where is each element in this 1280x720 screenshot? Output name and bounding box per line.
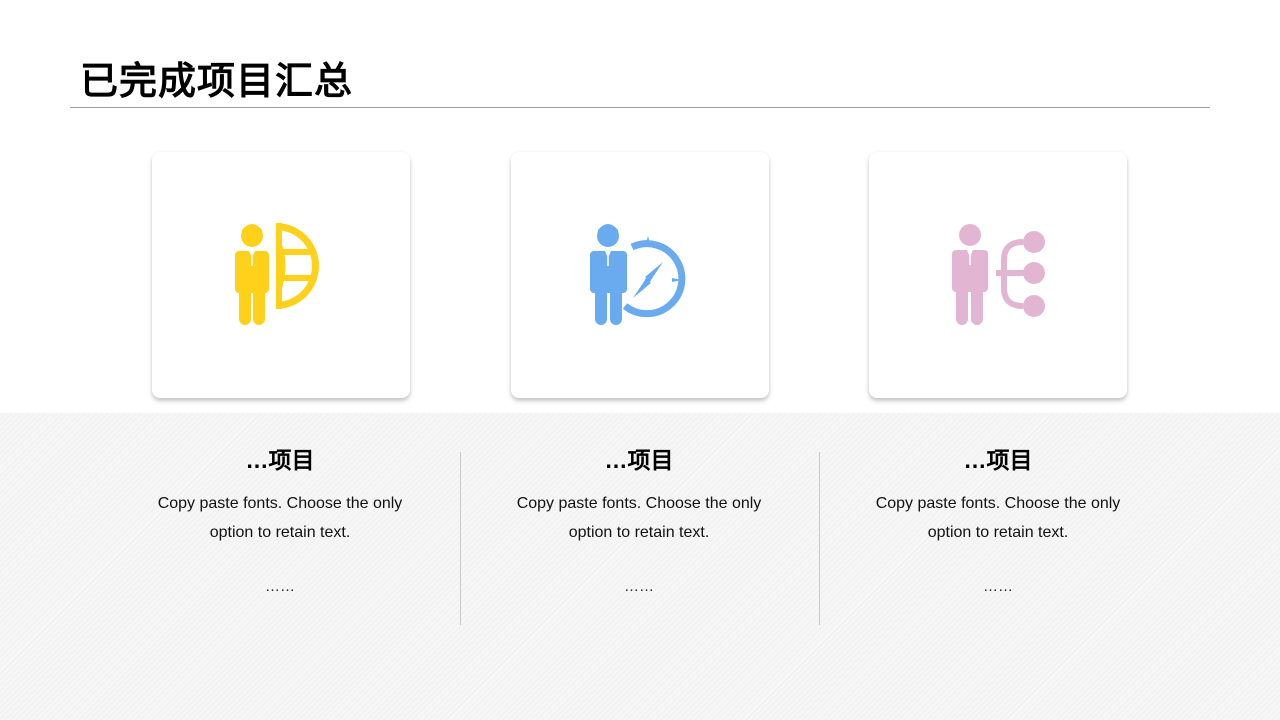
- businessman-flowchart-icon: [952, 224, 1045, 325]
- businessman-globe-icon: [235, 223, 319, 325]
- project-card-2: [511, 152, 769, 398]
- project-column-3: …项目 Copy paste fonts. Choose the only op…: [838, 443, 1158, 597]
- column-divider: [460, 452, 461, 625]
- project-title: …项目: [604, 447, 674, 473]
- project-title: …项目: [245, 447, 315, 473]
- project-description: Copy paste fonts. Choose the only option…: [875, 495, 1121, 541]
- businessman-compass-icon: [590, 224, 686, 325]
- project-column-2: …项目 Copy paste fonts. Choose the only op…: [479, 443, 799, 597]
- more-ellipsis: ……: [983, 578, 1013, 595]
- project-card-3: [869, 152, 1127, 398]
- project-description: Copy paste fonts. Choose the only option…: [516, 495, 762, 541]
- page-title: 已完成项目汇总: [80, 61, 354, 103]
- column-divider: [819, 452, 820, 625]
- more-ellipsis: ……: [265, 578, 295, 595]
- project-column-1: …项目 Copy paste fonts. Choose the only op…: [120, 443, 440, 597]
- project-description: Copy paste fonts. Choose the only option…: [157, 495, 403, 541]
- more-ellipsis: ……: [624, 578, 654, 595]
- title-underline: [70, 107, 1210, 108]
- project-title: …项目: [963, 447, 1033, 473]
- project-card-1: [152, 152, 410, 398]
